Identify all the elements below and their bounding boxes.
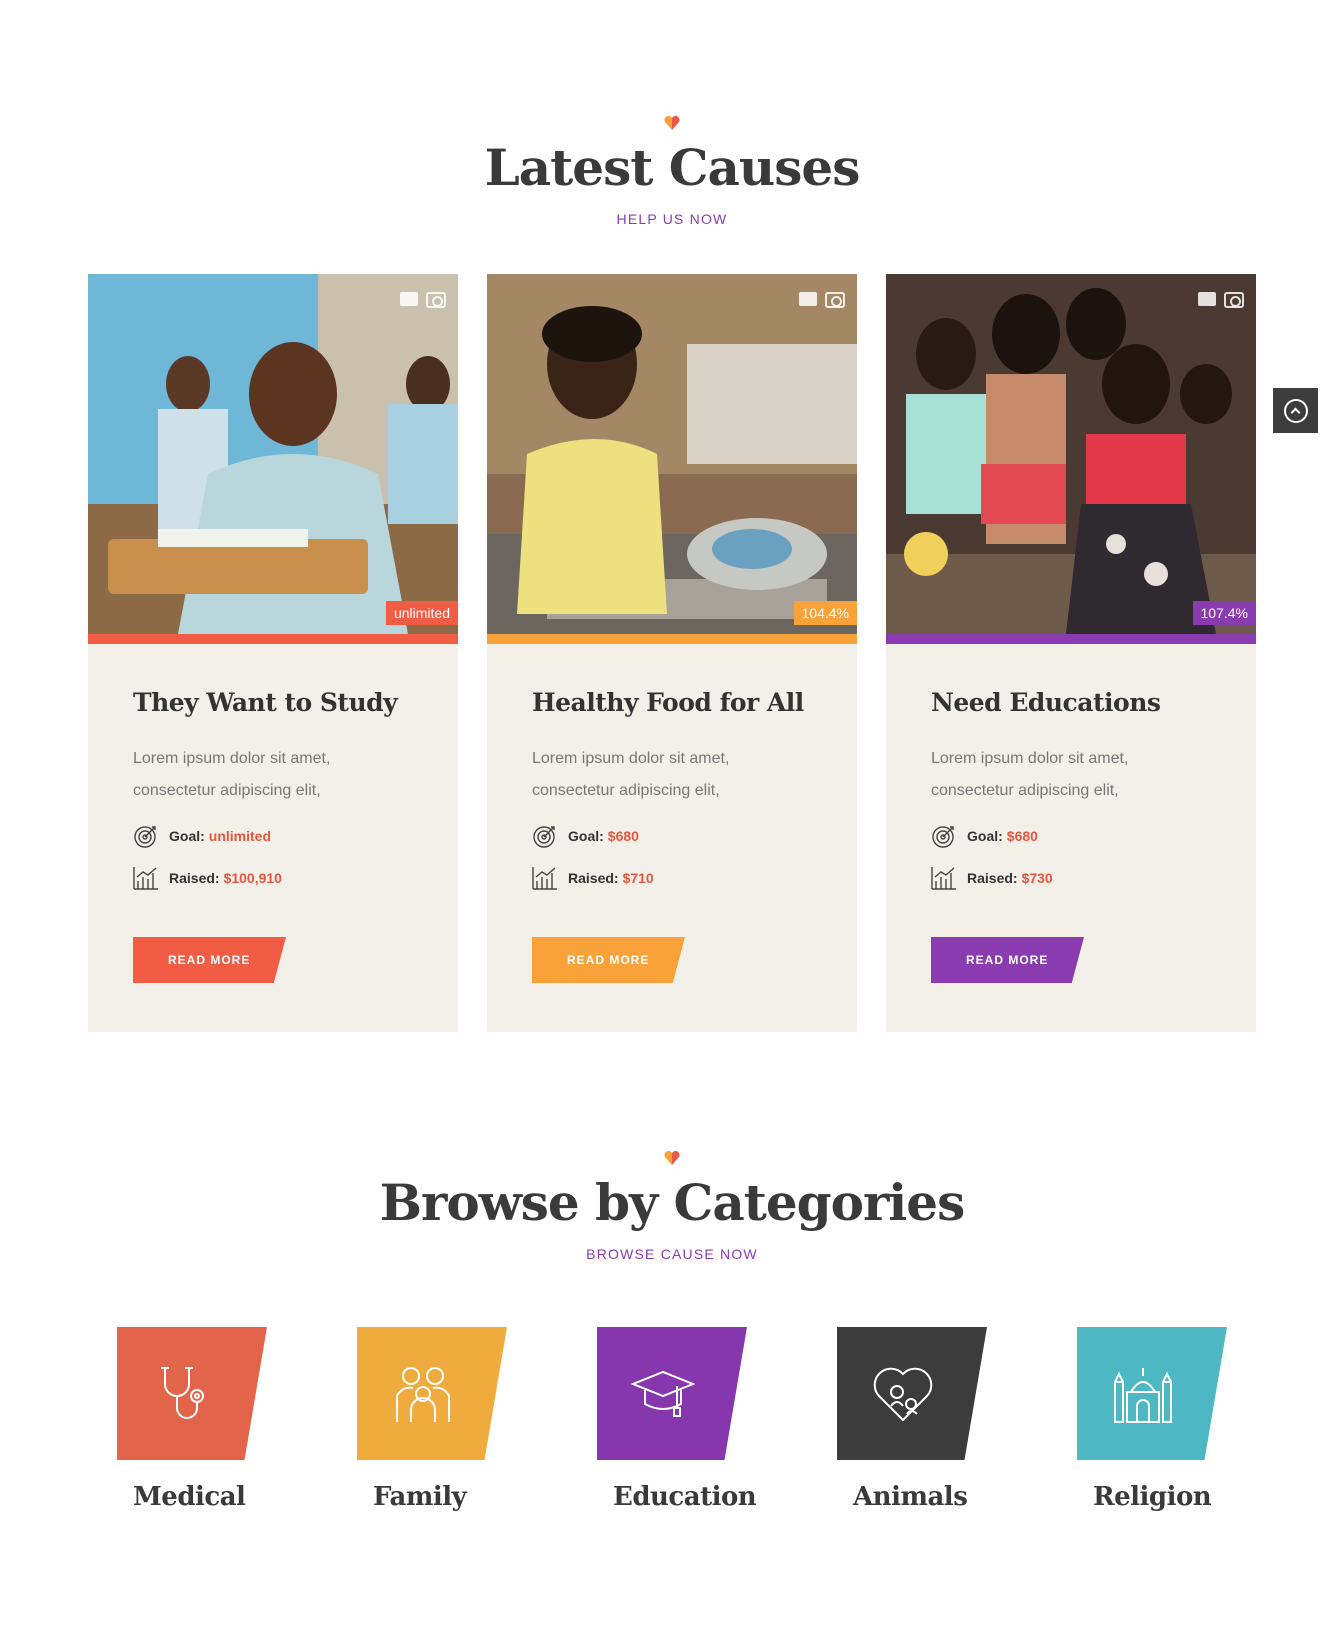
chart-growth-icon — [133, 867, 158, 890]
target-icon — [134, 826, 156, 848]
category-name[interactable]: Religion — [1077, 1482, 1227, 1512]
section-title: Browse by Categories — [379, 1173, 966, 1232]
cause-description: Lorem ipsum dolor sit amet, consectetur … — [133, 750, 331, 799]
cause-title[interactable]: They Want to Study — [133, 688, 413, 717]
cause-image[interactable]: 107.4% — [886, 274, 1256, 634]
cause-description: Lorem ipsum dolor sit amet, consectetur … — [532, 750, 730, 799]
goal-value: unlimited — [208, 828, 272, 844]
media-icons — [400, 292, 446, 308]
progress-badge: 104.4% — [793, 601, 857, 625]
cause-image[interactable]: unlimited — [88, 274, 458, 634]
category-tile[interactable] — [117, 1327, 267, 1460]
read-more-button[interactable]: READ MORE — [532, 937, 685, 983]
goal-value: $680 — [607, 828, 639, 844]
raised-row: Raised: $100,910 — [133, 865, 413, 891]
category-name[interactable]: Animals — [837, 1482, 987, 1512]
target-icon — [533, 826, 555, 848]
cause-photo — [88, 274, 458, 634]
category-name[interactable]: Education — [597, 1482, 757, 1512]
category-tile[interactable] — [597, 1327, 747, 1460]
progress-badge: unlimited — [385, 601, 458, 625]
camera-icon[interactable] — [426, 292, 446, 308]
category-tile[interactable] — [1077, 1327, 1227, 1460]
goal-label: Goal: — [169, 828, 205, 844]
raised-label: Raised: — [169, 870, 220, 886]
category-animals[interactable]: Animals — [837, 1327, 987, 1512]
causes-grid: unlimited They Want to Study Lorem ipsum… — [88, 274, 1256, 1032]
accent-bar — [88, 634, 458, 644]
mosque-icon — [1114, 1367, 1172, 1423]
categories-row: Medical Family Education Animals Religio… — [0, 1327, 1344, 1527]
accent-bar — [886, 634, 1256, 644]
heart-icon — [664, 116, 680, 130]
category-name[interactable]: Family — [357, 1482, 507, 1512]
latest-causes-header: Latest Causes HELP US NOW — [0, 116, 1344, 227]
raised-value: $100,910 — [223, 870, 282, 886]
category-tile[interactable] — [357, 1327, 507, 1460]
scroll-to-top-button[interactable] — [1273, 388, 1318, 433]
category-education[interactable]: Education — [597, 1327, 757, 1512]
cause-description: Lorem ipsum dolor sit amet, consectetur … — [931, 750, 1129, 799]
cause-card: 107.4% Need Educations Lorem ipsum dolor… — [886, 274, 1256, 1032]
cause-title[interactable]: Need Educations — [931, 688, 1211, 717]
video-icon[interactable] — [1198, 292, 1216, 306]
category-name[interactable]: Medical — [117, 1482, 267, 1512]
read-more-button[interactable]: READ MORE — [133, 937, 286, 983]
media-icons — [799, 292, 845, 308]
cause-card: 104.4% Healthy Food for All Lorem ipsum … — [487, 274, 857, 1032]
category-tile[interactable] — [837, 1327, 987, 1460]
goal-row: Goal: $680 — [532, 823, 812, 849]
category-family[interactable]: Family — [357, 1327, 507, 1512]
goal-value: $680 — [1006, 828, 1038, 844]
camera-icon[interactable] — [1224, 292, 1244, 308]
cause-image[interactable]: 104.4% — [487, 274, 857, 634]
goal-label: Goal: — [568, 828, 604, 844]
goal-label: Goal: — [967, 828, 1003, 844]
progress-badge: 107.4% — [1192, 601, 1256, 625]
read-more-button[interactable]: READ MORE — [931, 937, 1084, 983]
raised-value: $710 — [622, 870, 654, 886]
chart-growth-icon — [931, 867, 956, 890]
goal-row: Goal: $680 — [931, 823, 1211, 849]
section-subtitle: HELP US NOW — [616, 211, 728, 227]
raised-value: $730 — [1021, 870, 1053, 886]
heart-icon — [664, 1151, 680, 1165]
chevron-up-icon — [1283, 398, 1308, 423]
section-title: Latest Causes — [484, 138, 861, 197]
cause-photo — [487, 274, 857, 634]
family-icon — [396, 1366, 450, 1422]
camera-icon[interactable] — [825, 292, 845, 308]
cause-photo — [886, 274, 1256, 634]
media-icons — [1198, 292, 1244, 308]
accent-bar — [487, 634, 857, 644]
category-medical[interactable]: Medical — [117, 1327, 267, 1512]
video-icon[interactable] — [400, 292, 418, 306]
raised-label: Raised: — [568, 870, 619, 886]
cause-title[interactable]: Healthy Food for All — [532, 688, 812, 717]
graduation-cap-icon — [631, 1370, 695, 1417]
raised-row: Raised: $710 — [532, 865, 812, 891]
target-icon — [932, 826, 954, 848]
pets-icon — [873, 1367, 933, 1421]
category-religion[interactable]: Religion — [1077, 1327, 1227, 1512]
chart-growth-icon — [532, 867, 557, 890]
video-icon[interactable] — [799, 292, 817, 306]
cause-card: unlimited They Want to Study Lorem ipsum… — [88, 274, 458, 1032]
goal-row: Goal: unlimited — [133, 823, 413, 849]
browse-categories-header: Browse by Categories BROWSE CAUSE NOW — [0, 1151, 1344, 1262]
stethoscope-icon — [161, 1366, 204, 1419]
raised-row: Raised: $730 — [931, 865, 1211, 891]
raised-label: Raised: — [967, 870, 1018, 886]
section-subtitle: BROWSE CAUSE NOW — [586, 1246, 758, 1262]
